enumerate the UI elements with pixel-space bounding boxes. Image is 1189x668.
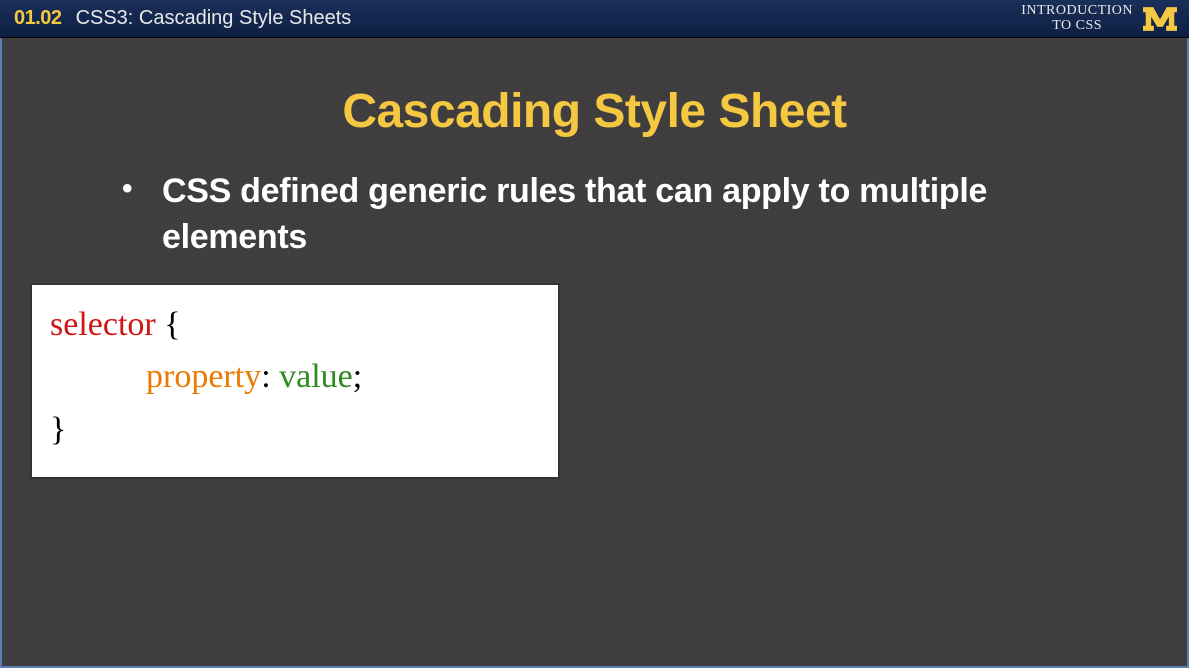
code-line-2: property: value;: [50, 351, 540, 404]
header-right: INTRODUCTION TO CSS: [1021, 4, 1177, 33]
code-semicolon: ;: [353, 358, 362, 395]
lesson-title: CSS3: Cascading Style Sheets: [76, 7, 352, 30]
code-open-brace: {: [156, 306, 181, 343]
code-close-brace: }: [50, 411, 66, 448]
code-value: value: [279, 358, 353, 395]
course-label-line2: TO CSS: [1021, 19, 1133, 34]
slide-header: 01.02 CSS3: Cascading Style Sheets INTRO…: [0, 0, 1189, 38]
code-property: property: [146, 358, 261, 395]
course-label: INTRODUCTION TO CSS: [1021, 4, 1133, 33]
code-example-box: selector { property: value; }: [30, 283, 560, 479]
code-line-1: selector {: [50, 299, 540, 352]
code-selector: selector: [50, 306, 156, 343]
bullet-list: CSS defined generic rules that can apply…: [2, 169, 1187, 261]
slide-title: Cascading Style Sheet: [2, 84, 1187, 139]
lesson-number: 01.02: [14, 7, 62, 30]
code-line-3: }: [50, 404, 540, 457]
bullet-item: CSS defined generic rules that can apply…: [122, 169, 1127, 261]
course-label-line1: INTRODUCTION: [1021, 4, 1133, 19]
header-left: 01.02 CSS3: Cascading Style Sheets: [14, 7, 351, 30]
slide-body: Cascading Style Sheet CSS defined generi…: [0, 38, 1189, 668]
michigan-logo-icon: [1143, 7, 1177, 31]
code-colon: :: [261, 358, 279, 395]
